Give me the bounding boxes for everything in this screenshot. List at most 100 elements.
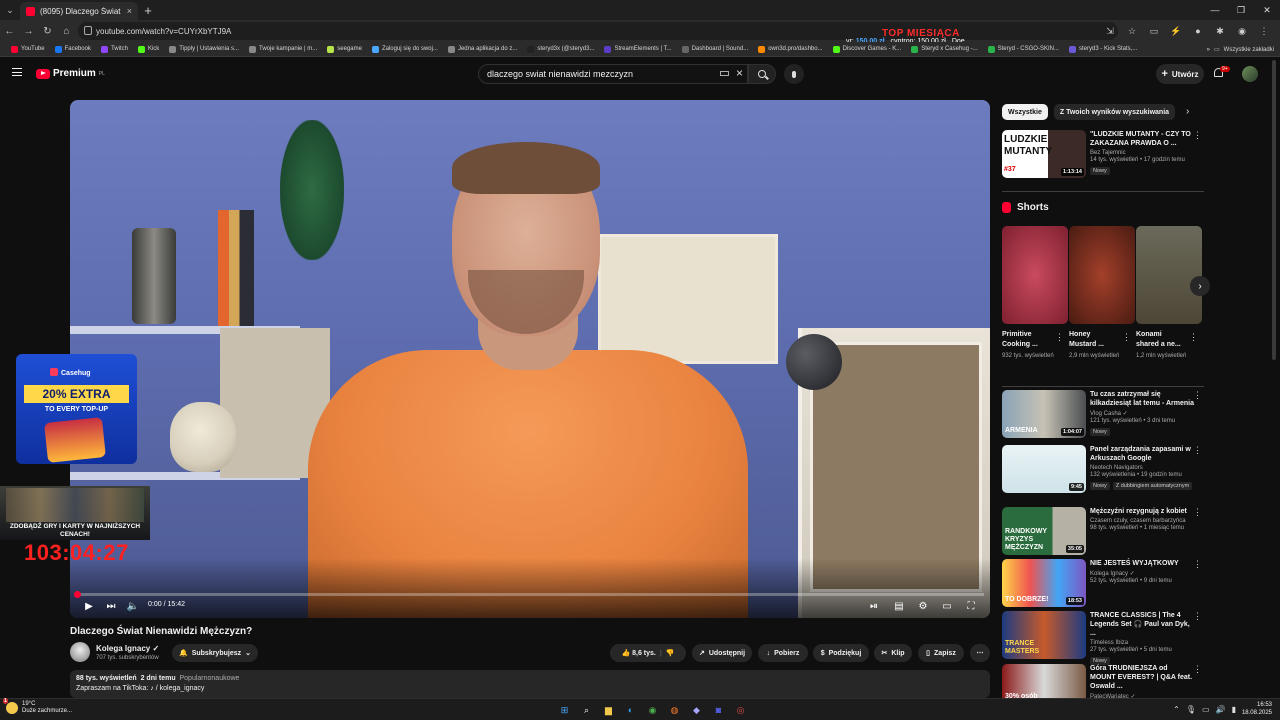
- bookmark-item[interactable]: seegame: [322, 45, 367, 53]
- channel-name[interactable]: Kolega Ignacy ✓: [96, 644, 159, 653]
- start-icon[interactable]: ⊞: [556, 702, 573, 718]
- reload-icon[interactable]: ↻: [38, 26, 57, 37]
- save-button[interactable]: ▯ Zapisz: [918, 644, 964, 662]
- bookmarks-more-icon[interactable]: »: [1207, 47, 1210, 53]
- volume-tray-icon[interactable]: 🔊: [1216, 705, 1226, 714]
- bookmark-item[interactable]: Tipply | Ustawienia s...: [164, 45, 244, 53]
- home-icon[interactable]: ⌂: [57, 26, 76, 37]
- install-app-icon[interactable]: ⇲: [1102, 23, 1118, 39]
- profile-icon[interactable]: ◉: [1234, 23, 1250, 39]
- tab-search-icon[interactable]: ⌄: [0, 0, 20, 20]
- extensions-puzzle-icon[interactable]: ✱: [1212, 23, 1228, 39]
- more-actions-icon[interactable]: ⋯: [970, 644, 990, 662]
- more-options-icon[interactable]: ⋮: [1189, 332, 1198, 343]
- more-options-icon[interactable]: ⋮: [1193, 507, 1202, 518]
- mic-tray-icon[interactable]: 🎙: [1186, 705, 1196, 714]
- network-icon[interactable]: ▭: [1202, 705, 1210, 714]
- short-item[interactable]: Honey Mustard ... 2,9 mln wyświetleń ⋮: [1069, 226, 1135, 360]
- tray-chevron-icon[interactable]: ⌃: [1173, 705, 1180, 714]
- autoplay-toggle-icon[interactable]: ⏯: [866, 599, 882, 613]
- keyboard-icon[interactable]: [720, 71, 729, 76]
- more-options-icon[interactable]: ⋮: [1193, 445, 1202, 456]
- firefox-icon[interactable]: ◍: [666, 702, 683, 718]
- app-icon[interactable]: ◆: [688, 702, 705, 718]
- more-options-icon[interactable]: ⋮: [1122, 332, 1131, 343]
- dislike-icon[interactable]: 👎: [666, 649, 675, 657]
- related-video[interactable]: TO DOBRZE! 18:53 NIE JESTEŚ WYJĄTKOWY Koleg…: [1002, 559, 1204, 609]
- taskbar-search-icon[interactable]: ⌕: [578, 702, 595, 718]
- bookmark-item[interactable]: steryd3 - Kick Stats,...: [1064, 45, 1142, 53]
- notifications-button[interactable]: 9+: [1214, 66, 1230, 80]
- related-video[interactable]: RANDKOWY KRYZYS MĘŻCZYZN 35:05 Mężczyźni r…: [1002, 507, 1204, 557]
- download-button[interactable]: ↓ Pobierz: [758, 644, 808, 662]
- bookmark-item[interactable]: StreamElements | T...: [599, 45, 676, 53]
- progress-bar[interactable]: [76, 593, 984, 596]
- clip-button[interactable]: ✂ Klip: [874, 644, 912, 662]
- file-explorer-icon[interactable]: ▆: [600, 702, 617, 718]
- related-video[interactable]: ARMENIA 1:04:07 Tu czas zatrzymał się kilk…: [1002, 390, 1204, 440]
- more-options-icon[interactable]: ⋮: [1193, 390, 1202, 401]
- related-video[interactable]: 9:45 Panel zarządzania zapasami w Arkusza…: [1002, 445, 1204, 495]
- top-related-video[interactable]: LUDZKIE MUTANTY #37 1:13:14 "LUDZKIE MUT…: [1002, 130, 1204, 182]
- bookmark-item[interactable]: YouTube: [6, 45, 50, 53]
- bookmark-item[interactable]: steryd3x (@steryd3...: [522, 45, 599, 53]
- next-icon[interactable]: ⏭: [104, 599, 118, 613]
- chrome-alt-icon[interactable]: ◎: [732, 702, 749, 718]
- settings-gear-icon[interactable]: ⚙: [916, 599, 930, 613]
- weather-widget[interactable]: 1 19°C Duże zachmurze...: [3, 698, 72, 715]
- maximize-icon[interactable]: ❐: [1228, 0, 1254, 20]
- shorts-next-icon[interactable]: ›: [1190, 276, 1210, 296]
- bookmark-item[interactable]: own3d.pro/dashbo...: [753, 45, 827, 53]
- bookmark-item[interactable]: Kick: [133, 45, 164, 53]
- new-tab-button[interactable]: +: [138, 3, 158, 18]
- volume-icon[interactable]: 🔈: [126, 599, 140, 613]
- more-options-icon[interactable]: ⋮: [1193, 130, 1202, 141]
- extension-red-icon[interactable]: ●: [1190, 23, 1206, 39]
- forward-icon[interactable]: →: [19, 26, 38, 37]
- edge-icon[interactable]: ◐: [622, 702, 639, 718]
- filter-chip[interactable]: Z Twoich wyników wyszukiwania: [1053, 104, 1176, 120]
- like-button[interactable]: 👍 8,6 tys.: [621, 649, 655, 657]
- clock[interactable]: 16:53 18.08.2025: [1242, 701, 1272, 717]
- tab-close-icon[interactable]: ×: [127, 6, 132, 16]
- search-button[interactable]: [748, 64, 776, 84]
- close-window-icon[interactable]: ✕: [1254, 0, 1280, 20]
- subtitles-icon[interactable]: ▤: [892, 599, 906, 613]
- share-button[interactable]: ↗ Udostępnij: [692, 644, 752, 662]
- bookmark-item[interactable]: Steryd - CSGO-SKIN...: [983, 45, 1064, 53]
- bookmark-item[interactable]: Twitch: [96, 45, 133, 53]
- bookmark-item[interactable]: Jedna aplikacja do z...: [443, 45, 522, 53]
- filter-chip[interactable]: Wszystkie: [1002, 104, 1048, 120]
- back-icon[interactable]: ←: [0, 26, 19, 37]
- subscribe-button[interactable]: 🔔 Subskrybujesz ⌄: [172, 644, 258, 662]
- play-icon[interactable]: ▶: [82, 599, 96, 613]
- minimize-icon[interactable]: —: [1202, 0, 1228, 20]
- more-options-icon[interactable]: ⋮: [1193, 664, 1202, 675]
- video-description[interactable]: 88 tys. wyświetleń 2 dni temu Popularnon…: [70, 670, 990, 698]
- channel-avatar[interactable]: [70, 642, 90, 662]
- clear-search-icon[interactable]: ×: [736, 66, 743, 80]
- page-scrollbar[interactable]: [1272, 60, 1276, 360]
- related-video[interactable]: TRANCE MASTERS TRANCE CLASSICS | The 4 Le…: [1002, 611, 1204, 665]
- bookmark-star-icon[interactable]: ☆: [1124, 23, 1140, 39]
- chips-next-icon[interactable]: ›: [1186, 106, 1189, 117]
- voice-search-button[interactable]: [784, 64, 804, 84]
- account-avatar[interactable]: [1242, 66, 1258, 82]
- bookmark-item[interactable]: Discover Games - K...: [828, 45, 907, 53]
- bookmark-item[interactable]: Facebook: [50, 45, 96, 53]
- more-options-icon[interactable]: ⋮: [1055, 332, 1064, 343]
- browser-menu-icon[interactable]: ⋮: [1256, 23, 1272, 39]
- progress-scrubber[interactable]: [74, 591, 81, 598]
- thanks-button[interactable]: $ Podziękuj: [813, 644, 869, 662]
- bookmark-item[interactable]: Steryd x Casehug -...: [906, 45, 982, 53]
- site-info-icon[interactable]: [84, 26, 92, 35]
- more-options-icon[interactable]: ⋮: [1193, 611, 1202, 622]
- all-bookmarks[interactable]: Wszystkie zakładki: [1224, 47, 1274, 53]
- sidebar-icon[interactable]: ▭: [1146, 23, 1162, 39]
- short-item[interactable]: Primitive Cooking ... 932 tys. wyświetle…: [1002, 226, 1068, 360]
- extension-icon[interactable]: ⚡: [1168, 23, 1184, 39]
- chrome-icon[interactable]: ◉: [644, 702, 661, 718]
- more-options-icon[interactable]: ⋮: [1193, 559, 1202, 570]
- bookmark-item[interactable]: Zaloguj się do swoj...: [367, 45, 443, 53]
- video-player[interactable]: ▶ ⏭ 🔈 0:00 / 15:42 ⏯ ▤ ⚙ ▭ ⛶: [70, 100, 990, 618]
